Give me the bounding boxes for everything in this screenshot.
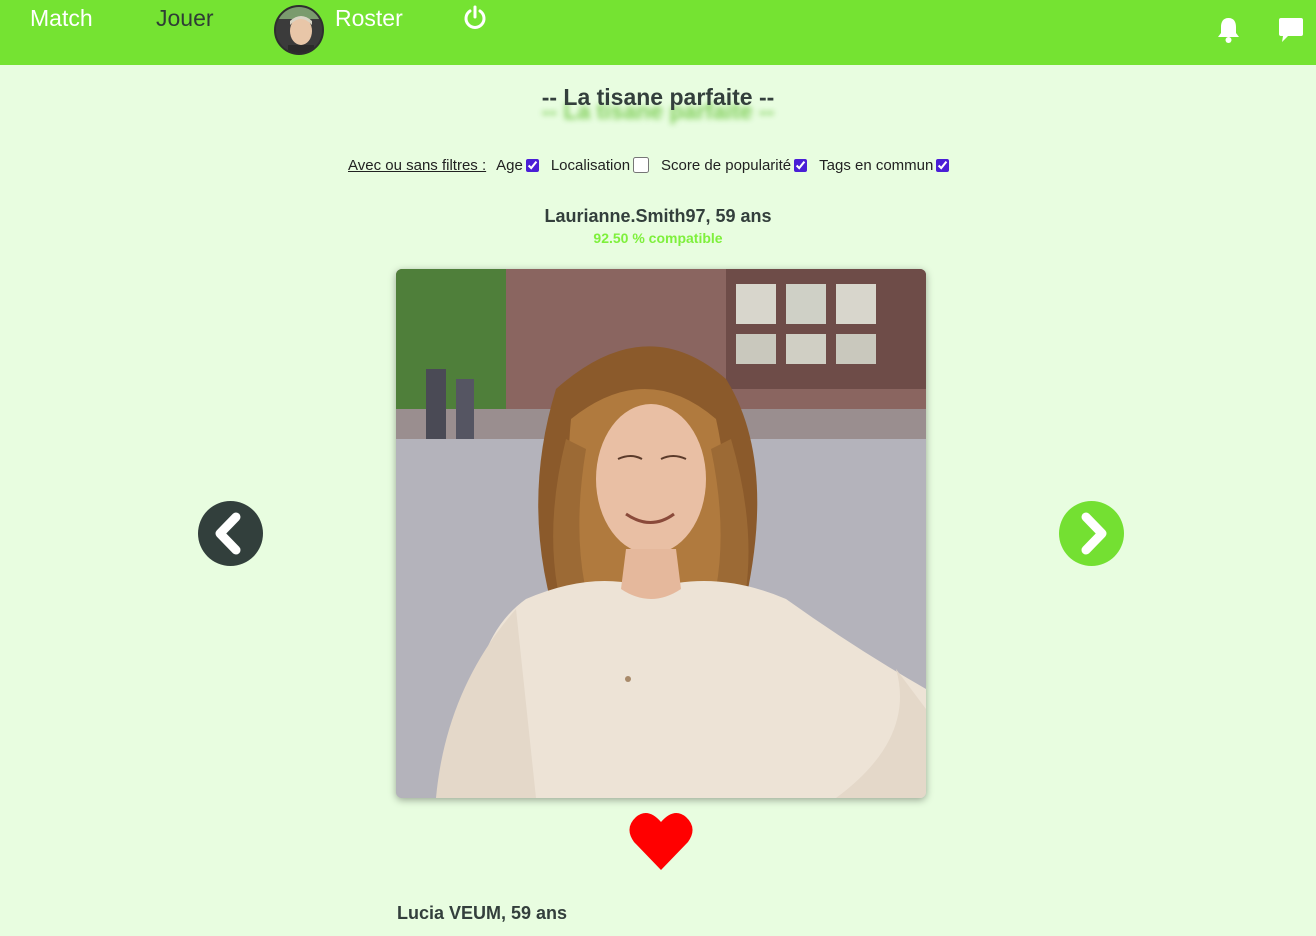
power-icon[interactable] bbox=[462, 5, 488, 31]
filter-localisation-label: Localisation bbox=[550, 156, 631, 174]
like-heart-button[interactable] bbox=[628, 810, 694, 872]
filter-tags-checkbox[interactable] bbox=[936, 158, 950, 172]
heart-icon bbox=[629, 813, 693, 870]
filter-popularite-label: Score de popularité bbox=[661, 156, 792, 174]
top-navbar: Match Jouer Roster bbox=[0, 0, 1316, 65]
filter-tags[interactable]: Tags en commun bbox=[819, 156, 950, 174]
previous-profile-button[interactable] bbox=[198, 501, 263, 566]
nav-jouer-link[interactable]: Jouer bbox=[156, 4, 214, 32]
chat-icon[interactable] bbox=[1278, 16, 1304, 43]
bell-icon[interactable] bbox=[1216, 16, 1241, 43]
filter-age-checkbox[interactable] bbox=[525, 158, 539, 172]
filter-popularite-checkbox[interactable] bbox=[794, 158, 808, 172]
filters-label: Avec ou sans filtres : bbox=[348, 156, 487, 174]
nav-roster-link[interactable]: Roster bbox=[335, 4, 403, 32]
profile-photo bbox=[396, 269, 926, 798]
profile-name: Laurianne.Smith97, 59 ans bbox=[544, 206, 772, 226]
user-avatar[interactable] bbox=[274, 5, 324, 55]
filter-localisation[interactable]: Localisation bbox=[550, 156, 650, 174]
compatibility-score: 92.50 % compatible bbox=[593, 230, 723, 246]
filter-popularite[interactable]: Score de popularité bbox=[661, 156, 808, 174]
chevron-right-icon bbox=[1081, 512, 1107, 555]
filter-age-label: Age bbox=[496, 156, 523, 174]
next-profile-name: Lucia VEUM, 59 ans bbox=[397, 903, 568, 923]
filter-tags-label: Tags en commun bbox=[819, 156, 934, 174]
filters-bar: Avec ou sans filtres : Age Localisation … bbox=[348, 154, 950, 176]
filter-age[interactable]: Age bbox=[496, 157, 539, 174]
nav-match-link[interactable]: Match bbox=[30, 4, 93, 32]
chevron-left-icon bbox=[215, 512, 241, 555]
page-title: -- La tisane parfaite -- bbox=[541, 84, 775, 110]
next-profile-button[interactable] bbox=[1059, 501, 1124, 566]
filter-localisation-checkbox[interactable] bbox=[633, 157, 650, 173]
